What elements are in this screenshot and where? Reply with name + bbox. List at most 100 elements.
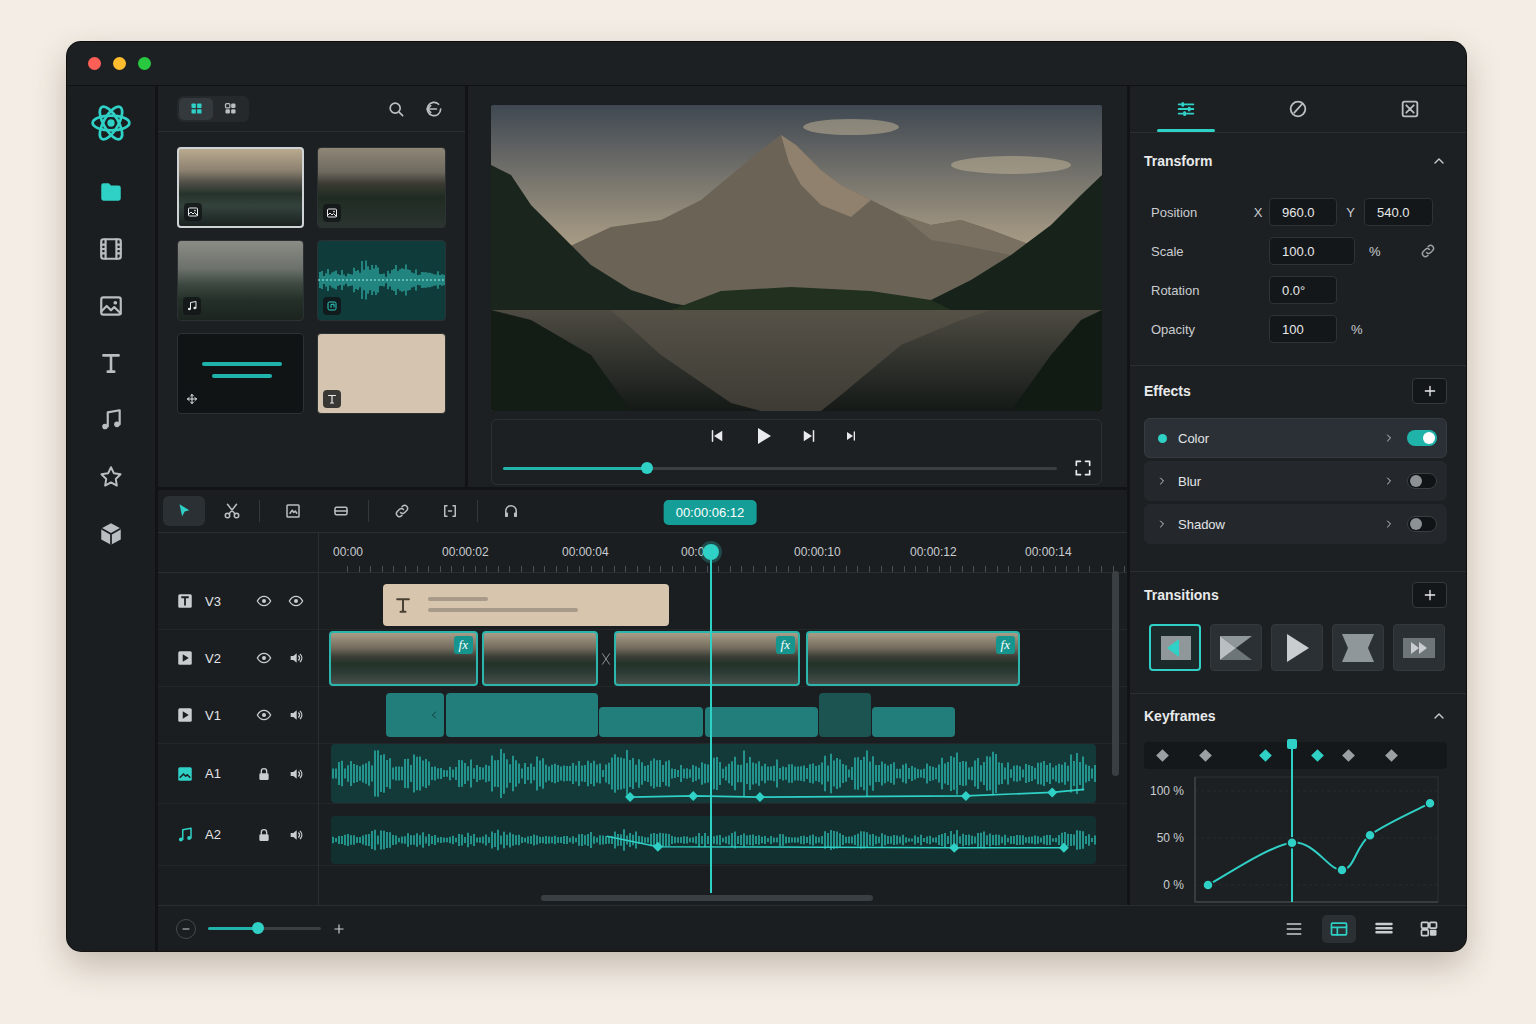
track-lane[interactable] (319, 744, 1127, 804)
adjust-tab[interactable] (1130, 86, 1242, 132)
transition-marker[interactable] (598, 631, 614, 686)
zoom-out-button[interactable] (176, 919, 196, 939)
visibility-toggle[interactable] (254, 593, 274, 609)
add-button[interactable] (1412, 378, 1447, 404)
open-effect-button[interactable] (1383, 518, 1395, 530)
open-effect-button[interactable] (1383, 432, 1395, 444)
media-item[interactable] (317, 240, 446, 321)
media-item[interactable] (317, 333, 446, 414)
keyframe-marker[interactable] (1311, 749, 1324, 762)
keyframe-marker[interactable] (1385, 749, 1398, 762)
razor-tool[interactable] (211, 496, 253, 526)
video-clip[interactable] (599, 707, 703, 737)
effect-toggle[interactable] (1407, 430, 1437, 446)
vertical-scrollbar[interactable] (1112, 571, 1119, 776)
video-clip[interactable]: fx (806, 631, 1020, 686)
sidebar-item[interactable] (89, 400, 133, 440)
track-lane[interactable] (319, 687, 1127, 744)
volume-keyframe[interactable] (755, 792, 765, 802)
play-button[interactable] (751, 424, 775, 448)
video-clip[interactable]: fx (614, 631, 800, 686)
collapse-button[interactable] (1431, 708, 1447, 724)
media-item[interactable] (177, 147, 304, 228)
fullscreen-button[interactable] (1073, 458, 1093, 478)
media-item[interactable] (177, 333, 304, 414)
visibility-toggle[interactable] (254, 707, 274, 723)
filter-button[interactable] (424, 99, 444, 119)
horizontal-scrollbar[interactable] (541, 895, 873, 901)
color-tab[interactable] (1242, 86, 1354, 132)
zoom-slider[interactable] (208, 927, 321, 930)
search-button[interactable] (386, 99, 406, 119)
y-field[interactable]: 540.0 (1364, 198, 1433, 226)
mute-toggle[interactable] (286, 707, 306, 723)
value-field[interactable]: 100 (1269, 315, 1337, 343)
video-clip[interactable]: fx (329, 631, 478, 686)
effect-item[interactable]: Blur (1144, 461, 1447, 501)
track-header[interactable]: V2 (158, 630, 318, 687)
volume-keyframe[interactable] (625, 792, 635, 802)
keyframe-chart[interactable]: 100 %50 %0 % (1144, 769, 1446, 907)
volume-keyframe[interactable] (1059, 843, 1069, 853)
mute-toggle[interactable] (286, 650, 306, 666)
scrubber-knob[interactable] (641, 462, 653, 474)
track-lane[interactable] (319, 573, 1127, 630)
keyframe-point[interactable] (1287, 838, 1297, 848)
select-tool[interactable] (163, 496, 205, 526)
keyframe-point[interactable] (1337, 865, 1347, 875)
track-header[interactable]: V3 (158, 573, 318, 630)
effect-toggle[interactable] (1407, 516, 1437, 532)
layout-button[interactable] (1367, 915, 1401, 943)
mute-toggle[interactable] (286, 827, 306, 843)
media-item[interactable] (177, 240, 304, 321)
value-field[interactable]: 100.0 (1269, 237, 1355, 265)
skip-to-end-button[interactable] (843, 428, 859, 444)
video-clip[interactable] (482, 631, 598, 686)
sidebar-item[interactable] (89, 172, 133, 212)
sidebar-item[interactable] (89, 229, 133, 269)
keyframe-playhead-handle[interactable] (1287, 739, 1297, 749)
view-button[interactable] (213, 98, 247, 120)
volume-keyframe[interactable] (949, 843, 959, 853)
track-lanes[interactable]: 00:0000:00:0200:00:0400:000:00:1000:00:1… (319, 533, 1127, 905)
track-header[interactable]: A2 (158, 804, 318, 866)
effect-toggle[interactable] (1407, 473, 1437, 489)
volume-keyframe[interactable] (688, 791, 698, 801)
trim-tool[interactable] (429, 496, 471, 526)
layout-button[interactable] (1322, 915, 1356, 943)
sidebar-item[interactable] (89, 286, 133, 326)
transition-preset[interactable] (1332, 624, 1384, 671)
keyframe-point[interactable] (1365, 830, 1375, 840)
snapshot-tool[interactable] (272, 496, 314, 526)
track-header[interactable]: A1 (158, 744, 318, 804)
collapse-button[interactable] (1431, 153, 1447, 169)
video-clip[interactable] (872, 707, 955, 737)
video-clip[interactable] (446, 693, 598, 737)
keyframe-marker[interactable] (1156, 749, 1169, 762)
video-clip[interactable] (705, 707, 818, 737)
sidebar-item[interactable] (89, 514, 133, 554)
link-tool[interactable] (381, 496, 423, 526)
time-ruler[interactable]: 00:0000:00:0200:00:0400:000:00:1000:00:1… (319, 533, 1127, 573)
sidebar-item[interactable] (89, 343, 133, 383)
audio-tool[interactable] (490, 496, 532, 526)
visibility-toggle[interactable] (254, 650, 274, 666)
zoom-knob[interactable] (252, 922, 264, 934)
playhead-line[interactable] (710, 552, 712, 893)
lock-toggle[interactable] (254, 766, 274, 782)
zoom-button[interactable] (138, 57, 151, 70)
effect-item[interactable]: Color (1144, 418, 1447, 458)
transition-preset[interactable] (1210, 624, 1262, 671)
transition-preset[interactable] (1393, 624, 1445, 671)
playhead-handle[interactable] (703, 544, 719, 560)
video-clip[interactable] (819, 693, 871, 737)
transition-preset[interactable] (1271, 624, 1323, 671)
volume-keyframe[interactable] (653, 842, 663, 852)
transition-preset[interactable] (1149, 624, 1201, 671)
sidebar-item[interactable] (89, 457, 133, 497)
step-forward-button[interactable] (800, 427, 818, 445)
keyframe-point[interactable] (1425, 798, 1435, 808)
audio-clip[interactable] (331, 816, 1096, 864)
layout-button[interactable] (1412, 915, 1446, 943)
add-button[interactable] (1412, 582, 1447, 608)
